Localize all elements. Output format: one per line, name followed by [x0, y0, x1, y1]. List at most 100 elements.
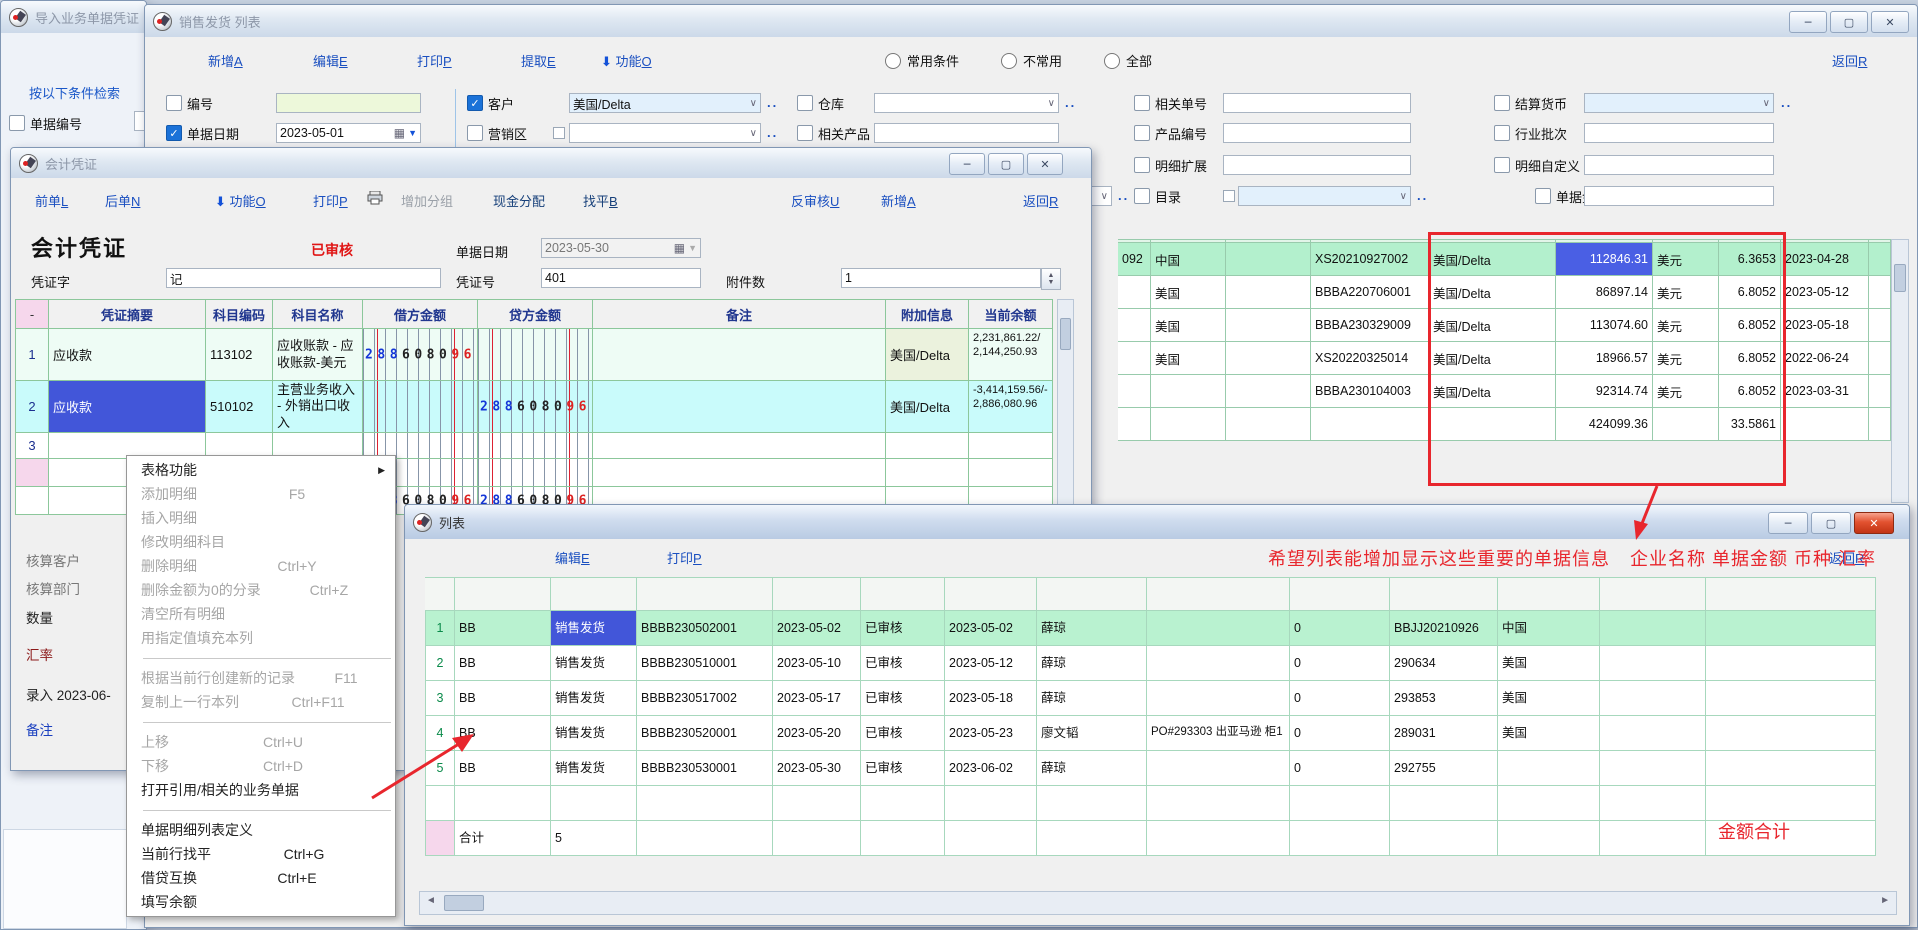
close-button[interactable]: ✕ — [1027, 153, 1063, 175]
table-row[interactable]: 1BB销售发货 BBBB2305020012023-05-02已审核 2023-… — [425, 611, 1876, 646]
scrollbar-thumb[interactable] — [1894, 264, 1906, 292]
print-button[interactable]: 打印P — [667, 548, 702, 567]
settle-currency-select[interactable]: ∨ — [1584, 93, 1774, 113]
table-row[interactable]: 5BB销售发货 BBBB2305300012023-05-30已审核 2023-… — [425, 751, 1876, 786]
detail-extend-input[interactable] — [1223, 155, 1411, 175]
unaudit-button[interactable]: 反审核U — [791, 191, 839, 210]
table-row[interactable]: BBBA230104003美国/Delta92314.74 美元6.805220… — [1118, 375, 1891, 408]
menu-item[interactable] — [127, 650, 395, 666]
debit-amount-grid[interactable] — [363, 381, 478, 433]
back-button[interactable]: 返回R — [1832, 51, 1867, 70]
print-button[interactable]: 打印P — [417, 51, 452, 70]
menu-item[interactable]: 清空所有明细 — [127, 602, 395, 626]
add-button[interactable]: 新增A — [881, 191, 916, 210]
table-row[interactable]: 092中国 XS20210927002美国/Delta112846.31 美元6… — [1118, 243, 1891, 276]
menu-item[interactable] — [127, 714, 395, 730]
minimize-button[interactable]: ─ — [1789, 11, 1827, 33]
checkbox-checked[interactable]: ✓ — [467, 95, 483, 111]
prev-doc-button[interactable]: 前单L — [35, 191, 68, 210]
filter-number[interactable]: 编号 — [166, 93, 213, 113]
lookup-dots[interactable]: .. — [1065, 95, 1076, 110]
column-header[interactable] — [861, 577, 945, 611]
column-header[interactable] — [1498, 577, 1600, 611]
related-product-input[interactable] — [874, 123, 1059, 143]
filter-related-product[interactable]: 相关产品 — [797, 123, 870, 143]
maximize-button[interactable]: ▢ — [988, 153, 1024, 175]
related-doc-input[interactable] — [1223, 93, 1411, 113]
back-button[interactable]: 返回R — [1023, 191, 1058, 210]
column-header[interactable] — [1706, 577, 1876, 611]
close-button[interactable]: ✕ — [1854, 512, 1894, 534]
list-h-scrollbar[interactable]: ◄ ► — [419, 891, 1897, 915]
menu-item[interactable]: 打开引用/相关的业务单据 — [127, 778, 395, 802]
lookup-dots[interactable]: .. — [1417, 188, 1428, 203]
extract-button[interactable]: 提取E — [521, 51, 556, 70]
voucher-word-input[interactable]: 记 — [166, 268, 441, 288]
functions-button[interactable]: ⬇ 功能O — [215, 191, 266, 210]
table-row[interactable] — [425, 786, 1876, 821]
column-header[interactable]: - — [15, 299, 49, 329]
menu-item[interactable]: 删除金额为0的分录 Ctrl+Z — [127, 578, 395, 602]
filter-sales-region[interactable]: 营销区 — [467, 123, 527, 143]
column-header[interactable] — [637, 577, 773, 611]
menu-item[interactable]: 借贷互换 Ctrl+E — [127, 866, 395, 890]
menu-item[interactable]: 表格功能 ▶ — [127, 458, 395, 482]
voucher-row-2-selected[interactable]: 2 应收款 510102 主营业务收入 - 外销出口收入 288608096 美… — [15, 381, 1053, 433]
doc-amount-input[interactable] — [1584, 186, 1774, 206]
cash-allocate-button[interactable]: 现金分配 — [493, 191, 545, 210]
table-row[interactable]: 4BB销售发货 BBBB2305200012023-05-20已审核 2023-… — [425, 716, 1876, 751]
filter-warehouse[interactable]: 仓库 — [797, 93, 844, 113]
checkbox[interactable] — [1535, 188, 1551, 204]
lookup-dots[interactable]: .. — [1781, 95, 1792, 110]
column-header[interactable] — [1147, 577, 1290, 611]
doc-date-select[interactable]: 2023-05-30▦ ▼ — [541, 238, 701, 258]
close-button[interactable]: ✕ — [1871, 11, 1909, 33]
sales-table-scrollbar[interactable] — [1891, 239, 1909, 503]
menu-item[interactable]: 插入明细 — [127, 506, 395, 530]
printer-icon[interactable] — [367, 191, 383, 208]
number-input[interactable] — [276, 93, 421, 113]
next-doc-button[interactable]: 后单N — [105, 191, 140, 210]
table-row[interactable]: 美国 BBBA220706001美国/Delta86897.14 美元6.805… — [1118, 276, 1891, 309]
lookup-dots[interactable]: .. — [767, 125, 778, 140]
add-group-button[interactable]: 增加分组 — [401, 191, 453, 210]
filter-customer[interactable]: ✓客户 — [467, 93, 514, 113]
checkbox[interactable] — [1494, 95, 1510, 111]
table-row[interactable]: 2BB销售发货 BBBB2305100012023-05-10已审核 2023-… — [425, 646, 1876, 681]
checkbox[interactable] — [1494, 157, 1510, 173]
functions-button[interactable]: ⬇ 功能O — [601, 51, 652, 70]
checkbox[interactable] — [1134, 188, 1150, 204]
filter-related-doc[interactable]: 相关单号 — [1134, 93, 1207, 113]
column-header[interactable] — [1290, 577, 1390, 611]
checkbox[interactable] — [1134, 95, 1150, 111]
radio-option[interactable]: 全部 — [1104, 51, 1152, 70]
credit-amount-grid[interactable] — [478, 329, 593, 381]
menu-item[interactable]: 填写余额 — [127, 890, 395, 914]
menu-item[interactable]: 复制上一行本列 Ctrl+F11 — [127, 690, 395, 714]
filter-settle-currency[interactable]: 结算货币 — [1494, 93, 1567, 113]
edit-button[interactable]: 编辑E — [555, 548, 590, 567]
menu-item[interactable]: 根据当前行创建新的记录 F11 — [127, 666, 395, 690]
column-header[interactable] — [1037, 577, 1147, 611]
checkbox[interactable] — [166, 95, 182, 111]
voucher-no-input[interactable]: 401 — [541, 268, 701, 288]
menu-item[interactable]: 当前行找平 Ctrl+G — [127, 842, 395, 866]
table-row[interactable]: 美国 XS20220325014美国/Delta18966.57 美元6.805… — [1118, 342, 1891, 375]
minimize-button[interactable]: ─ — [1768, 512, 1808, 534]
column-header[interactable]: 贷方金额 — [478, 299, 593, 329]
filter-detail-extend[interactable]: 明细扩展 — [1134, 155, 1207, 175]
menu-item[interactable]: 上移 Ctrl+U — [127, 730, 395, 754]
industry-batch-input[interactable] — [1584, 123, 1774, 143]
filter-doc-date[interactable]: ✓单据日期 — [166, 123, 239, 143]
credit-amount-grid[interactable]: 288608096 — [478, 381, 593, 433]
column-header[interactable] — [773, 577, 861, 611]
column-header[interactable]: 附加信息 — [886, 299, 969, 329]
checkbox[interactable] — [1494, 125, 1510, 141]
filter-industry-batch[interactable]: 行业批次 — [1494, 123, 1567, 143]
attachments-input[interactable]: 1 — [841, 268, 1041, 288]
voucher-row-1[interactable]: 1 应收款 113102 应收账款 - 应收账款-美元 288608096 美国… — [15, 329, 1053, 381]
scroll-left-icon[interactable]: ◄ — [426, 895, 436, 906]
checkbox[interactable] — [467, 125, 483, 141]
checkbox[interactable] — [797, 125, 813, 141]
lookup-dots[interactable]: .. — [1118, 188, 1129, 203]
